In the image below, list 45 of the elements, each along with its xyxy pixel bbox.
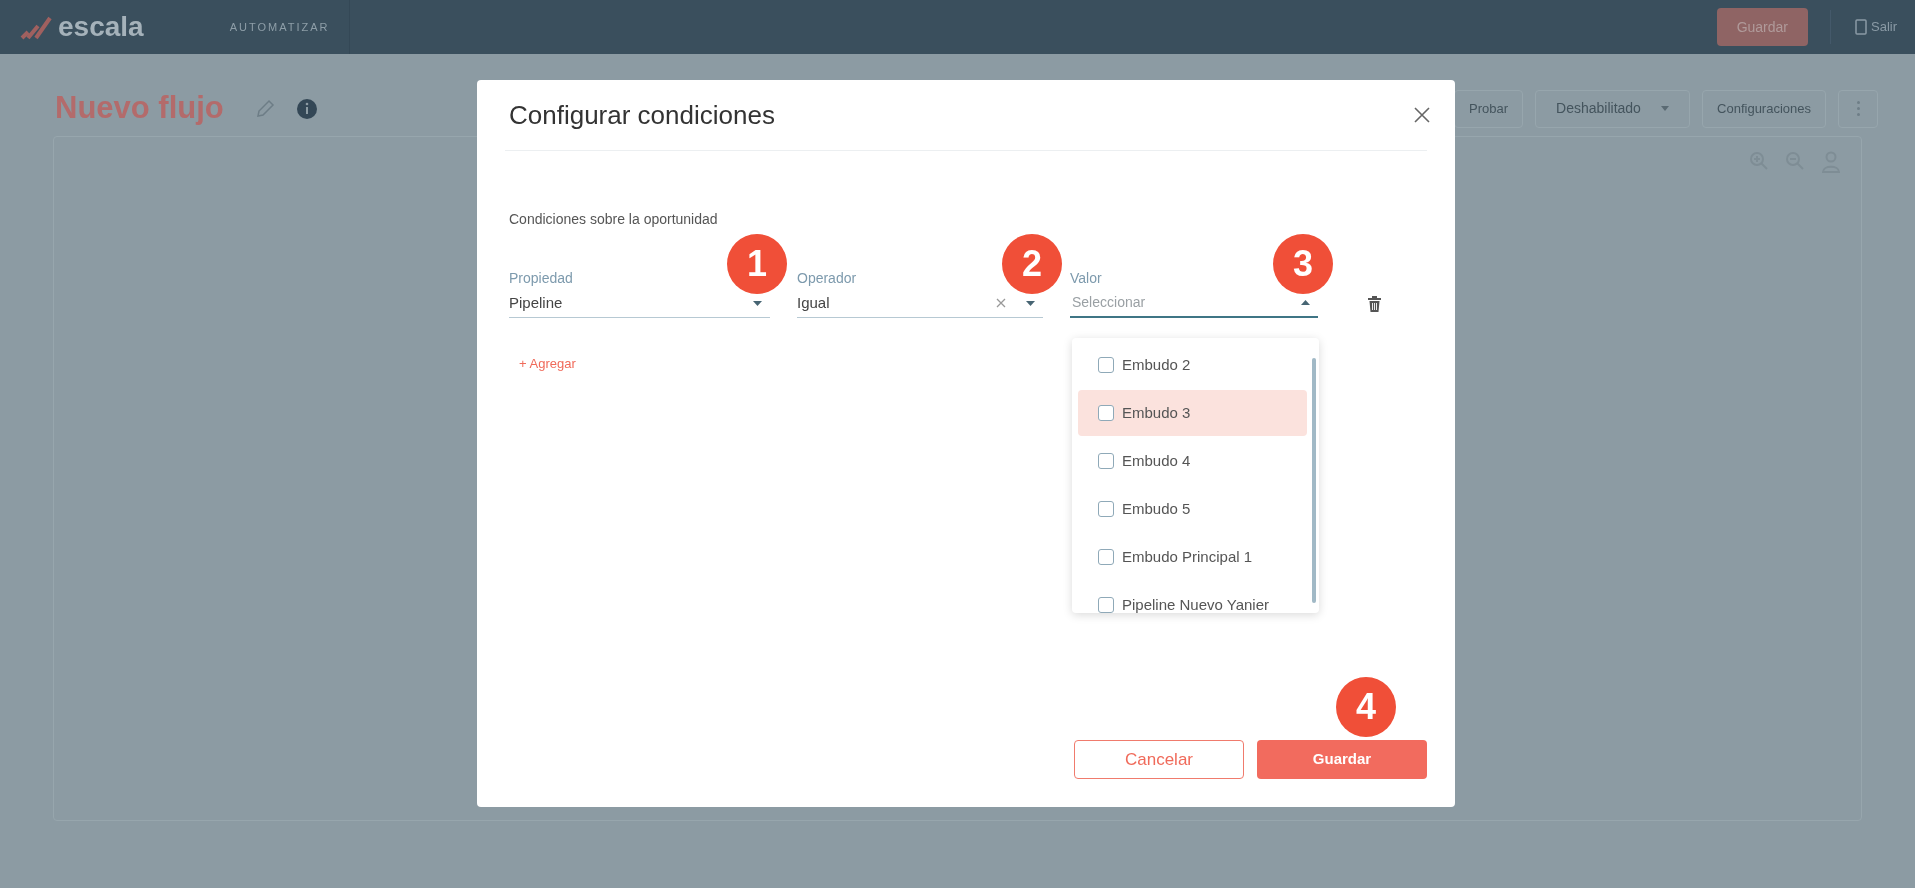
section-title: AUTOMATIZAR (229, 19, 330, 35)
save-button[interactable]: Guardar (1257, 740, 1427, 779)
add-link[interactable]: + Agregar (519, 354, 576, 374)
field-label: Valor (1070, 269, 1102, 288)
step-marker: 2 (1002, 234, 1062, 294)
dropdown-option[interactable]: Embudo Principal 1 (1078, 534, 1307, 580)
checkbox[interactable] (1098, 597, 1114, 613)
step-marker: 1 (727, 234, 787, 294)
section-label: Condiciones sobre la oportunidad (509, 210, 718, 229)
logout-link[interactable]: Salir (1871, 17, 1897, 37)
checkbox[interactable] (1098, 549, 1114, 565)
logo-text: escala (58, 10, 144, 44)
dropdown-option[interactable]: Embudo 4 (1078, 438, 1307, 484)
close-icon[interactable] (1413, 106, 1431, 124)
field-placeholder: Seleccionar (1072, 293, 1146, 312)
step-marker: 4 (1336, 677, 1396, 737)
field-value: Pipeline (509, 292, 563, 313)
toolbar-button[interactable]: Configuraciones (1702, 89, 1826, 128)
dropdown-label: Deshabilitado (1556, 99, 1641, 118)
field-label: Propiedad (509, 269, 573, 288)
caret-down-icon (1026, 300, 1035, 306)
info-icon[interactable] (295, 97, 318, 120)
dropdown-option[interactable]: Pipeline Nuevo Yanier (1078, 582, 1307, 628)
door-icon[interactable] (1855, 19, 1867, 35)
dropdown-option[interactable]: Embudo 2 (1078, 342, 1307, 388)
dropdown-option[interactable]: Embudo 5 (1078, 486, 1307, 532)
checkbox[interactable] (1098, 405, 1114, 421)
trash-icon[interactable] (1368, 296, 1381, 312)
scrollbar[interactable] (1312, 358, 1316, 603)
clear-icon[interactable] (996, 298, 1006, 308)
field-label: Operador (797, 269, 857, 288)
dropdown-option[interactable]: Embudo 3 (1078, 390, 1307, 436)
caret-down-icon (1661, 106, 1670, 111)
status-dropdown[interactable]: Deshabilitado (1535, 89, 1691, 128)
logo-icon (20, 14, 54, 40)
cancel-button[interactable]: Cancelar (1074, 740, 1244, 779)
step-marker: 3 (1273, 234, 1333, 294)
checkbox[interactable] (1098, 501, 1114, 517)
page-title: Nuevo flujo (55, 89, 224, 128)
field-value: Igual (797, 292, 830, 313)
dialog-title: Configurar condiciones (509, 98, 775, 132)
caret-up-icon (1301, 300, 1310, 305)
caret-down-icon (753, 300, 762, 306)
checkbox[interactable] (1098, 453, 1114, 469)
checkbox[interactable] (1098, 357, 1114, 373)
